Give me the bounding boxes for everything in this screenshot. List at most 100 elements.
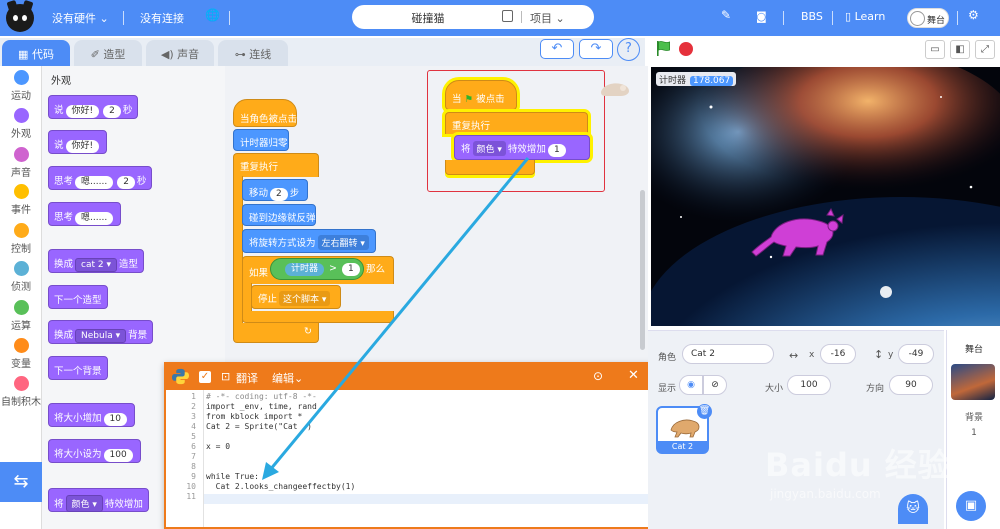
palette-block-switch-costume[interactable]: 换成 cat 2 ▾ 造型 xyxy=(48,249,145,273)
y-position-field[interactable]: -49 xyxy=(898,344,934,364)
backdrop-thumbnail[interactable] xyxy=(951,364,995,400)
palette-block-say-for-secs[interactable]: 说你好! 2 秒 xyxy=(48,95,139,119)
stage-canvas[interactable] xyxy=(651,67,1000,326)
globe-icon[interactable]: 🌐 xyxy=(205,8,220,22)
delete-sprite-icon[interactable]: 🗑 xyxy=(697,404,712,419)
tab-code[interactable]: ▦ 代码 xyxy=(2,40,70,66)
translate-button[interactable]: 翻译 xyxy=(236,370,258,386)
direction-field[interactable]: 90 xyxy=(889,375,933,395)
add-backdrop-button[interactable]: ▣ xyxy=(956,491,986,521)
forever-block-1[interactable]: 重复执行 xyxy=(233,153,319,177)
palette-block-set-size[interactable]: 将大小设为 100 xyxy=(48,439,141,463)
large-stage-icon[interactable]: ◧ xyxy=(950,40,970,59)
undo-button[interactable]: ↶ xyxy=(540,39,574,59)
edit-menu[interactable]: 编辑⌄ xyxy=(272,370,303,386)
palette-block-think-for-secs[interactable]: 思考 嗯...... 2 秒 xyxy=(48,166,153,190)
x-position-field[interactable]: -16 xyxy=(820,344,856,364)
category-operators[interactable]: 运算 xyxy=(0,300,42,332)
camera-icon[interactable]: ◙ xyxy=(756,10,767,23)
project-menu[interactable]: 项目 ⌄ xyxy=(530,10,565,26)
if-block-bottom xyxy=(242,311,394,323)
redo-button[interactable]: ↷ xyxy=(579,39,613,59)
category-motion[interactable]: 运动 xyxy=(0,70,42,102)
then-label: 那么 xyxy=(366,264,386,275)
tab-sounds[interactable]: ◀) 声音 xyxy=(146,40,214,66)
palette-block-next-costume[interactable]: 下一个造型 xyxy=(48,285,108,309)
brush-icon: ✐ xyxy=(90,48,100,61)
set-rotation-style-block[interactable]: 将旋转方式设为 左右翻转 ▾ xyxy=(242,229,376,253)
app-logo-icon[interactable] xyxy=(6,4,34,32)
palette-block-change-size[interactable]: 将大小增加 10 xyxy=(48,403,135,427)
palette-block-change-effect[interactable]: 将颜色 ▾ 特效增加 xyxy=(48,488,149,512)
category-events[interactable]: 事件 xyxy=(0,184,42,216)
palette-block-switch-backdrop[interactable]: 换成 Nebula ▾ 背景 xyxy=(48,320,154,344)
size-field[interactable]: 100 xyxy=(787,375,831,395)
workspace-scrollbar[interactable] xyxy=(640,190,645,350)
connection-status[interactable]: 没有连接 xyxy=(140,10,184,26)
palette-heading: 外观 xyxy=(51,76,71,87)
when-sprite-clicked-block[interactable]: 当角色被点击 xyxy=(233,99,297,127)
line-number-gutter: 1 2 3 4 5 6 7 8 9 10 11 xyxy=(166,390,204,527)
stop-script-block[interactable]: 停止 这个脚本 ▾ xyxy=(251,285,341,309)
category-sensing[interactable]: 侦测 xyxy=(0,261,42,293)
category-sound[interactable]: 声音 xyxy=(0,147,42,179)
stop-icon[interactable] xyxy=(679,42,693,56)
fullscreen-icon[interactable]: ⤢ xyxy=(975,40,995,59)
x-arrows-icon: ↔ xyxy=(789,349,799,362)
move-steps-block[interactable]: 移动 2 步 xyxy=(242,179,308,201)
forever-loop-arrow-icon: ↻ xyxy=(233,323,319,343)
sync-checkbox[interactable]: ✓ xyxy=(199,371,211,383)
run-icon[interactable]: ⊙ xyxy=(593,369,603,383)
learn-link[interactable]: ▯ Learn xyxy=(845,10,885,23)
translate-icon[interactable]: ⊡ xyxy=(221,370,230,383)
book-icon: ▯ xyxy=(845,10,852,23)
python-logo-icon xyxy=(172,368,189,385)
hardware-menu[interactable]: 没有硬件 ⌄ xyxy=(52,10,109,26)
add-sprite-button[interactable]: 🐱 xyxy=(898,494,928,524)
bounce-on-edge-block[interactable]: 碰到边缘就反弹 xyxy=(242,204,316,226)
y-arrows-icon: ↕ xyxy=(874,348,884,361)
reset-timer-block[interactable]: 计时器归零 xyxy=(233,129,289,151)
add-extension-button[interactable]: ⇆ xyxy=(0,462,42,502)
code-icon: ▦ xyxy=(18,48,29,61)
green-flag-run-icon[interactable] xyxy=(655,40,671,57)
show-sprite-button[interactable]: ◉ xyxy=(679,375,703,395)
highlight-box xyxy=(427,70,605,192)
tab-wiring[interactable]: ⊶ 连线 xyxy=(218,40,288,66)
current-line-highlight xyxy=(204,494,651,504)
chevron-down-icon: ⌄ xyxy=(99,12,109,25)
timer-greater-than-block[interactable]: 计时器 > 1 xyxy=(270,258,364,280)
palette-block-say[interactable]: 说你好! xyxy=(48,130,108,154)
help-button[interactable]: ? xyxy=(617,38,640,61)
category-bar: 运动 外观 声音 事件 控制 侦测 运算 变量 自制积木 ⇆ xyxy=(0,66,42,529)
project-name[interactable]: 碰撞猫 xyxy=(352,10,504,26)
pencil-icon[interactable]: ✎ xyxy=(721,8,731,22)
category-my-blocks[interactable]: 自制积木 xyxy=(0,376,42,408)
settings-gear-icon[interactable]: ⚙ xyxy=(968,8,979,22)
link-icon: ⊶ xyxy=(234,48,246,61)
category-control[interactable]: 控制 xyxy=(0,223,42,255)
speaker-icon: ◀) xyxy=(160,48,174,61)
code-panel-header: ✓ ⊡ 翻译 编辑⌄ ⊙ ✕ xyxy=(166,364,651,390)
category-looks[interactable]: 外观 xyxy=(0,108,42,140)
palette-block-think[interactable]: 思考 嗯...... xyxy=(48,202,122,226)
top-bar: 没有硬件 ⌄ 没有连接 🌐 碰撞猫 项目 ⌄ ✎ ◙ BBS ▯ Learn 舞… xyxy=(0,0,1000,36)
category-variables[interactable]: 变量 xyxy=(0,338,42,370)
close-icon[interactable]: ✕ xyxy=(628,368,639,383)
palette-block-next-backdrop[interactable]: 下一个背景 xyxy=(48,356,108,380)
nebula-backdrop xyxy=(651,67,1000,326)
project-title-box[interactable]: 碰撞猫 项目 ⌄ xyxy=(352,5,594,29)
sprite-ghost-icon xyxy=(601,83,629,96)
cat-sprite[interactable] xyxy=(749,207,847,262)
stage-toolbar xyxy=(648,38,1000,66)
save-icon[interactable] xyxy=(502,10,513,22)
hide-sprite-button[interactable]: ⊘ xyxy=(703,375,727,395)
baidu-watermark: Baidu 经验 xyxy=(765,446,951,484)
timer-monitor: 计时器 178.067 xyxy=(656,72,737,86)
sprite-name-field[interactable]: Cat 2 xyxy=(682,344,774,364)
bbs-link[interactable]: BBS xyxy=(801,10,823,23)
small-stage-icon[interactable]: ▭ xyxy=(925,40,945,59)
tab-costumes[interactable]: ✐ 造型 xyxy=(74,40,142,66)
baidu-watermark-url: jingyan.baidu.com xyxy=(770,487,881,501)
stage-mode-toggle[interactable]: 舞台 xyxy=(907,8,949,28)
